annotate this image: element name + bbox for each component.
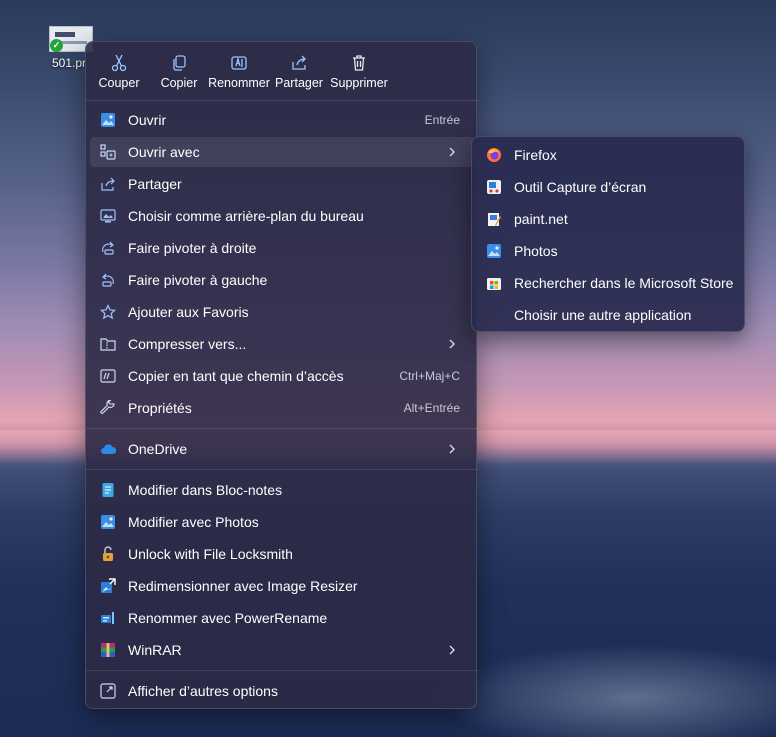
copy-button[interactable]: Copier [148, 50, 210, 96]
snipping-tool-icon [487, 180, 501, 194]
menu-item-rotate-left[interactable]: Faire pivoter à gauche [90, 265, 474, 295]
menu-item-image-resizer[interactable]: Redimensionner avec Image Resizer [90, 571, 474, 601]
chevron-right-icon [449, 147, 455, 157]
separator [86, 670, 478, 671]
rename-label: Renommer [208, 76, 270, 90]
separator [86, 469, 478, 470]
copy-path-icon [100, 369, 116, 383]
lock-icon [103, 546, 113, 561]
quick-actions-bar: Couper Copier Renommer Partager Supprime… [86, 42, 478, 100]
menu-item-file-locksmith[interactable]: Unlock with File Locksmith [90, 539, 474, 569]
menu-item-rotate-right[interactable]: Faire pivoter à droite [90, 233, 474, 263]
delete-label: Supprimer [330, 76, 388, 90]
firefox-icon [487, 148, 501, 162]
delete-button[interactable]: Supprimer [328, 50, 390, 96]
menu-item-copy-path[interactable]: Copier en tant que chemin d’accès Ctrl+M… [90, 361, 474, 391]
separator [86, 100, 478, 101]
menu-item-compress[interactable]: Compresser vers... [90, 329, 474, 359]
menu-item-winrar[interactable]: WinRAR [90, 635, 474, 665]
submenu-item-choose-other-app[interactable]: Choisir une autre application [476, 300, 742, 330]
rotate-right-icon [102, 241, 114, 255]
menu-item-share[interactable]: Partager [90, 169, 474, 199]
menu-item-open-with[interactable]: Ouvrir avec [90, 137, 474, 167]
chevron-right-icon [449, 444, 455, 454]
microsoft-store-icon [487, 278, 501, 290]
submenu-item-firefox[interactable]: Firefox [476, 140, 742, 170]
rotate-left-icon [102, 273, 114, 287]
submenu-item-photos[interactable]: Photos [476, 236, 742, 266]
rename-button[interactable]: Renommer [208, 50, 270, 96]
menu-item-open[interactable]: Ouvrir Entrée [90, 105, 474, 135]
submenu-item-snipping-tool[interactable]: Outil Capture d’écran [476, 172, 742, 202]
share-label: Partager [275, 76, 323, 90]
copy-icon [173, 55, 186, 71]
scissors-icon [111, 54, 127, 72]
share-icon [101, 177, 115, 191]
paintnet-icon [488, 213, 501, 226]
notepad-icon [102, 483, 114, 497]
chevron-right-icon [449, 339, 455, 349]
menu-item-properties[interactable]: Propriétés Alt+Entrée [90, 393, 474, 423]
submenu-item-paintnet[interactable]: paint.net [476, 204, 742, 234]
photos-icon [101, 113, 115, 127]
submenu-item-microsoft-store[interactable]: Rechercher dans le Microsoft Store [476, 268, 742, 298]
rename-icon [231, 56, 247, 70]
context-menu: Couper Copier Renommer Partager Supprime… [85, 41, 478, 709]
menu-item-more-options[interactable]: Afficher d’autres options [90, 676, 474, 706]
wallpaper-icon [100, 209, 116, 223]
menu-item-set-wallpaper[interactable]: Choisir comme arrière-plan du bureau [90, 201, 474, 231]
onedrive-icon [101, 444, 116, 454]
desktop-file-label: 501.pr [52, 56, 87, 70]
cut-button[interactable]: Couper [88, 50, 150, 96]
compress-folder-icon [100, 338, 116, 351]
photos-edit-icon [101, 515, 115, 529]
menu-item-edit-notepad[interactable]: Modifier dans Bloc-notes [90, 475, 474, 505]
cut-label: Couper [98, 76, 140, 90]
menu-item-edit-photos[interactable]: Modifier avec Photos [90, 507, 474, 537]
sync-check-icon: ✓ [50, 39, 63, 52]
power-rename-icon [101, 612, 114, 624]
more-options-icon [100, 683, 116, 699]
chevron-right-icon [449, 645, 455, 655]
menu-item-onedrive[interactable]: OneDrive [90, 434, 474, 464]
copy-label: Copier [160, 76, 198, 90]
open-with-submenu: Firefox Outil Capture d’écran paint.net … [471, 136, 745, 332]
open-with-icon [100, 144, 116, 160]
menu-item-add-favorites[interactable]: Ajouter aux Favoris [90, 297, 474, 327]
wrench-icon [100, 400, 115, 414]
menu-item-power-rename[interactable]: Renommer avec PowerRename [90, 603, 474, 633]
photos-icon [487, 244, 501, 258]
image-resizer-icon [101, 578, 116, 593]
star-icon [100, 304, 116, 320]
share-button[interactable]: Partager [268, 50, 330, 96]
trash-icon [353, 55, 365, 71]
share-icon [292, 55, 306, 70]
winrar-icon [101, 643, 115, 657]
separator [86, 428, 478, 429]
